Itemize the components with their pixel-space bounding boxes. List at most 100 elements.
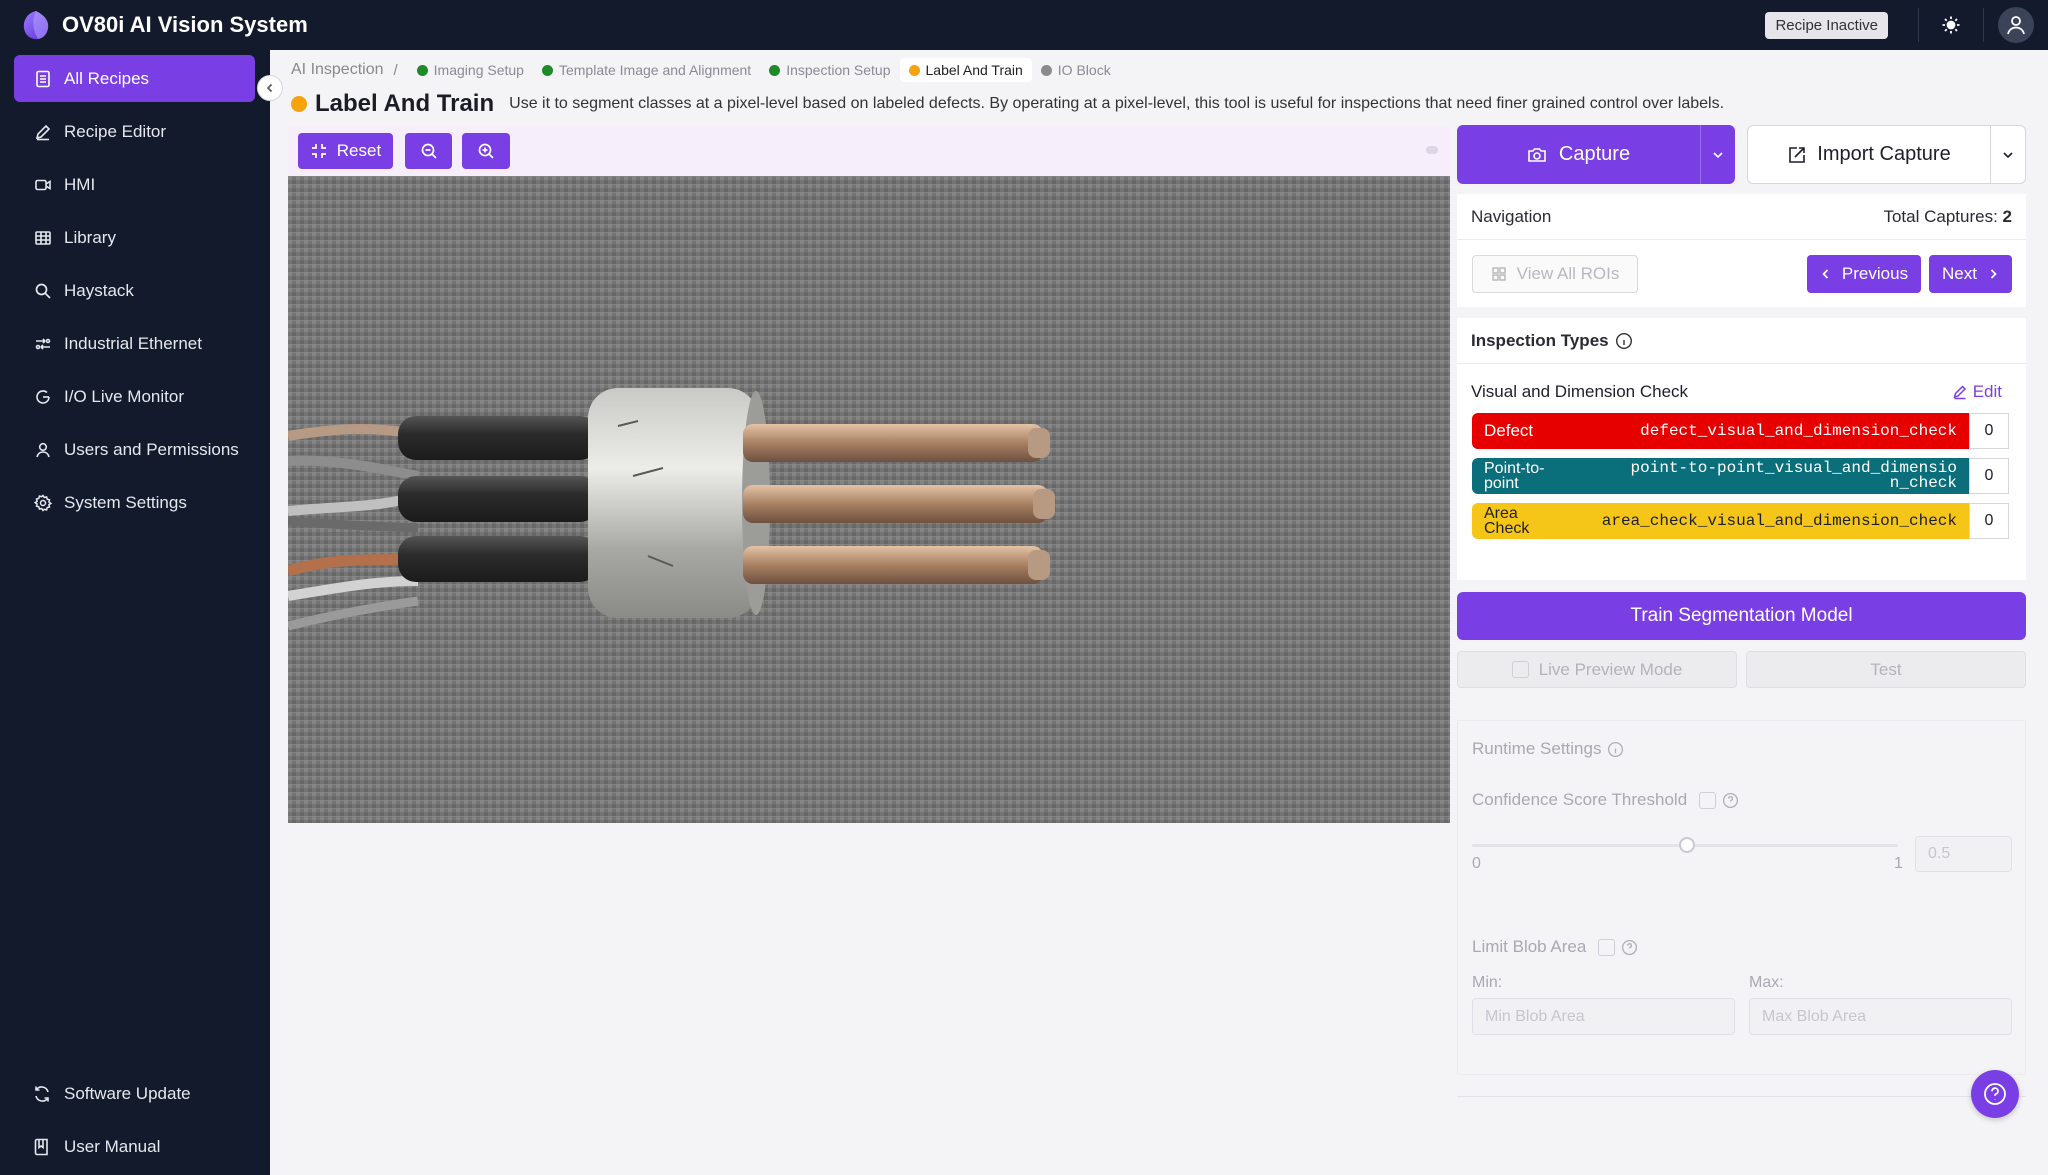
sidebar-item-system-settings[interactable]: System Settings [14, 479, 255, 526]
live-preview-checkbox[interactable] [1511, 661, 1529, 678]
zoom-out-icon [421, 143, 437, 159]
page-title: Label And Train [315, 90, 495, 117]
navigation-title: Navigation [1471, 207, 1552, 226]
help-icon[interactable] [1621, 939, 1638, 956]
class-count: 0 [1969, 458, 2009, 494]
sidebar-item-label: All Recipes [64, 68, 150, 88]
live-preview-label: Live Preview Mode [1538, 659, 1683, 679]
import-capture-button[interactable]: Import Capture [1747, 125, 2026, 184]
sidebar-item-all-recipes[interactable]: All Recipes [14, 55, 255, 102]
book-icon [34, 1138, 48, 1155]
limit-blob-area-checkbox[interactable] [1598, 938, 1616, 956]
class-row-defect[interactable]: Defect defect_visual_and_dimension_check… [1472, 413, 2009, 449]
zoom-in-icon [478, 143, 494, 159]
help-button[interactable] [1971, 1070, 2019, 1118]
edit-inspection-button[interactable]: Edit [1952, 382, 2002, 402]
user-avatar-button[interactable] [1998, 7, 2034, 43]
capture-main-action[interactable]: Capture [1457, 125, 1700, 184]
status-dot [541, 64, 553, 76]
inspection-types-title: Inspection Types [1471, 331, 1609, 350]
breadcrumb-step-label-and-train[interactable]: Label And Train [899, 58, 1032, 82]
reset-label: Reset [336, 141, 382, 160]
class-row-area-check[interactable]: Area Check area_check_visual_and_dimensi… [1472, 503, 2009, 539]
zoom-in-button[interactable] [462, 133, 510, 169]
collapse-arrows-icon [311, 144, 326, 158]
min-blob-area-input[interactable]: Min Blob Area [1472, 998, 1735, 1035]
sidebar-item-industrial-ethernet[interactable]: Industrial Ethernet [14, 320, 255, 367]
capture-dropdown-toggle[interactable] [1701, 148, 1735, 162]
divider [1983, 8, 1984, 42]
sidebar-collapse-button[interactable] [257, 75, 283, 101]
status-dot [291, 96, 307, 112]
test-button[interactable]: Test [1746, 651, 2026, 688]
chevron-right-icon [1990, 269, 1997, 279]
import-dropdown-toggle[interactable] [1991, 148, 2025, 162]
max-label: Max: [1749, 974, 1784, 991]
max-blob-area-input[interactable]: Max Blob Area [1749, 998, 2012, 1035]
camera-icon [1528, 147, 1546, 162]
view-all-rois-button[interactable]: View All ROIs [1472, 255, 1638, 293]
help-icon [1984, 1083, 2006, 1105]
breadcrumb-step-imaging-setup[interactable]: Imaging Setup [408, 58, 533, 82]
confidence-slider-handle[interactable] [1679, 837, 1695, 853]
zoom-out-button[interactable] [405, 133, 452, 169]
info-icon[interactable] [1607, 741, 1624, 758]
previous-button[interactable]: Previous [1807, 255, 1921, 293]
confidence-threshold-input[interactable]: 0.5 [1915, 836, 2012, 872]
connector-capture-image [288, 176, 1450, 823]
total-captures: Total Captures: 2 [1883, 207, 2012, 227]
class-row-point-to-point[interactable]: Point-to-point point-to-point_visual_and… [1472, 458, 2009, 494]
sidebar-item-user-manual[interactable]: User Manual [14, 1123, 255, 1170]
sidebar-item-users-and-permissions[interactable]: Users and Permissions [14, 426, 255, 473]
train-segmentation-model-button[interactable]: Train Segmentation Model [1457, 592, 2026, 640]
view-all-rois-label: View All ROIs [1516, 264, 1620, 283]
sidebar-item-label: Library [64, 227, 116, 247]
limit-blob-area-label: Limit Blob Area [1472, 937, 1587, 956]
breadcrumb-root-link[interactable]: AI Inspection [291, 61, 384, 79]
top-bar: OV80i AI Vision System Recipe Inactive [0, 0, 2048, 50]
sidebar-item-haystack[interactable]: Haystack [14, 267, 255, 314]
class-id: defect_visual_and_dimension_check [1640, 421, 1957, 440]
next-button[interactable]: Next [1929, 255, 2012, 293]
class-count: 0 [1969, 413, 2009, 449]
capture-label: Capture [1558, 143, 1631, 165]
capture-image-canvas[interactable] [288, 176, 1450, 823]
live-preview-mode-toggle[interactable]: Live Preview Mode [1457, 651, 1737, 688]
monitor-gauge-icon [36, 389, 50, 404]
divider [1457, 239, 2026, 240]
pencil-icon [35, 124, 51, 140]
import-capture-main-action[interactable]: Import Capture [1748, 126, 1990, 183]
sidebar-item-io-live-monitor[interactable]: I/O Live Monitor [14, 373, 255, 420]
runtime-settings-panel: Runtime Settings Confidence Score Thresh… [1457, 720, 2026, 1075]
inspection-group-name: Visual and Dimension Check [1471, 382, 1689, 401]
grid-icon [1491, 267, 1506, 281]
sidebar-item-software-update[interactable]: Software Update [14, 1070, 255, 1117]
sidebar-item-label: Users and Permissions [64, 439, 239, 459]
breadcrumb-step-io-block[interactable]: IO Block [1032, 58, 1120, 82]
breadcrumb-separator: / [393, 61, 398, 79]
import-capture-label: Import Capture [1817, 143, 1951, 165]
import-icon [1789, 146, 1806, 163]
chevron-down-icon [2003, 151, 2013, 158]
reset-button[interactable]: Reset [298, 133, 393, 169]
breadcrumb-step-inspection-setup[interactable]: Inspection Setup [760, 58, 899, 82]
help-icon[interactable] [1722, 792, 1739, 809]
sidebar-item-library[interactable]: Library [14, 214, 255, 261]
sidebar-item-label: System Settings [64, 492, 187, 512]
info-icon[interactable] [1615, 332, 1633, 350]
document-list-icon [36, 70, 50, 87]
theme-toggle-button[interactable] [1933, 7, 1969, 43]
divider [1457, 1096, 2026, 1097]
breadcrumb-step-template-image[interactable]: Template Image and Alignment [533, 58, 760, 82]
sidebar-item-hmi[interactable]: HMI [14, 161, 255, 208]
test-label: Test [1870, 659, 1902, 679]
inspection-types-header: Inspection Types [1471, 331, 1633, 351]
capture-button[interactable]: Capture [1457, 125, 1735, 184]
breadcrumb-step-label: Label And Train [925, 62, 1023, 78]
class-id: point-to-point_visual_and_dimension_chec… [1630, 459, 1957, 492]
confidence-threshold-checkbox[interactable] [1699, 791, 1717, 809]
class-label: Area Check area_check_visual_and_dimensi… [1472, 503, 1969, 539]
status-dot [908, 64, 920, 76]
class-id: area_check_visual_and_dimension_check [1601, 511, 1957, 530]
sidebar-item-recipe-editor[interactable]: Recipe Editor [14, 108, 255, 155]
